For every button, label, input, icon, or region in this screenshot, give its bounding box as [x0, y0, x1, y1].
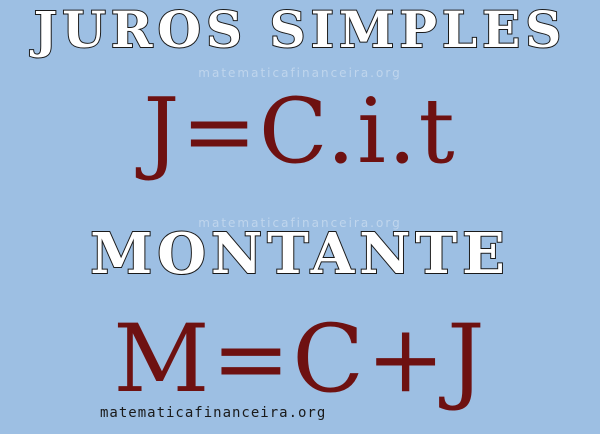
juros-simples-heading: JUROS SIMPLES: [33, 0, 567, 59]
watermark-top: matematicafinanceira.org: [198, 66, 402, 80]
site-caption: matematicafinanceira.org: [100, 405, 327, 421]
amount-formula: M=C+J: [113, 305, 487, 414]
montante-heading: MONTANTE: [89, 221, 510, 287]
simple-interest-formula: J=C.i.t: [143, 79, 457, 184]
